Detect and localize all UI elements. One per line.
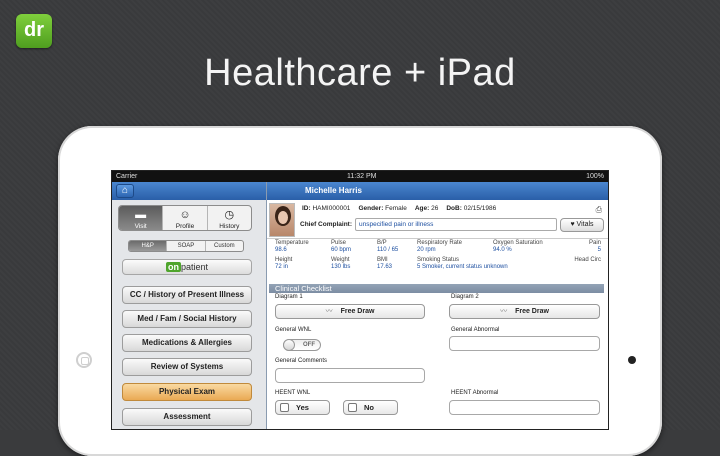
vital-value[interactable]: 5 Smoker, current status unknown bbox=[417, 264, 563, 270]
heent-wnl-label: HEENT WNL bbox=[275, 390, 311, 396]
patient-photo bbox=[269, 203, 295, 237]
vital-label: Temperature bbox=[275, 240, 309, 246]
vital-value[interactable]: 60 bpm bbox=[331, 247, 377, 253]
note-type-tabs: H&P SOAP Custom bbox=[128, 240, 244, 252]
menu-cc-hpi[interactable]: CC / History of Present Illness bbox=[122, 286, 252, 304]
onpatient-button[interactable]: on patient bbox=[122, 259, 252, 275]
heent-no-checkbox[interactable]: No bbox=[343, 400, 398, 415]
waveform-icon: 〰 bbox=[500, 308, 508, 315]
tab-hp[interactable]: H&P bbox=[129, 241, 168, 251]
tab-visit[interactable]: ▬ Visit bbox=[119, 206, 164, 230]
menu-med-fam-social[interactable]: Med / Fam / Social History bbox=[122, 310, 252, 328]
heart-icon: ♥ bbox=[570, 220, 575, 228]
menu-medications-allergies[interactable]: Medications & Allergies bbox=[122, 334, 252, 352]
patient-gender: Female bbox=[385, 205, 407, 212]
tab-history[interactable]: ◷ History bbox=[208, 206, 251, 230]
patient-dob: 02/15/1986 bbox=[463, 205, 497, 212]
patient-id: HAMI000001 bbox=[312, 205, 351, 212]
vital-label: Head Circ bbox=[574, 257, 601, 263]
vital-value[interactable] bbox=[563, 264, 601, 270]
vitals-grid: Temperature Pulse B/P Respiratory Rate O… bbox=[275, 240, 602, 273]
carrier-label: Carrier bbox=[116, 173, 138, 180]
waveform-icon: 〰 bbox=[325, 308, 333, 315]
vital-value[interactable]: 20 rpm bbox=[417, 247, 493, 253]
vital-value[interactable]: 17.63 bbox=[377, 264, 417, 270]
camera-icon bbox=[628, 356, 636, 364]
menu-review-of-systems[interactable]: Review of Systems bbox=[122, 358, 252, 376]
patient-name: Michelle Harris bbox=[267, 182, 608, 200]
section-header: Clinical Checklist bbox=[269, 284, 604, 293]
visit-tab-bar: ▬ Visit ☺ Profile ◷ History bbox=[118, 205, 252, 231]
vital-value[interactable]: 130 lbs bbox=[331, 264, 377, 270]
general-abnormal-field[interactable] bbox=[449, 336, 600, 351]
divider bbox=[267, 238, 608, 239]
chief-complaint-label: Chief Complaint: bbox=[300, 221, 352, 228]
patient-info-row: ID: HAMI000001 Gender: Female Age: 26 Do… bbox=[302, 205, 602, 215]
vital-value[interactable]: 110 / 65 bbox=[377, 247, 417, 253]
menu-assessment[interactable]: Assessment bbox=[122, 408, 252, 426]
vital-label: Weight bbox=[331, 257, 350, 263]
vital-label: Pulse bbox=[331, 240, 347, 246]
vital-value[interactable]: 94.0 % bbox=[493, 247, 563, 253]
general-abnormal-label: General Abnormal bbox=[451, 327, 500, 333]
heent-abnormal-field[interactable] bbox=[449, 400, 600, 415]
vital-value[interactable]: 72 in bbox=[275, 264, 331, 270]
diagram1-label: Diagram 1 bbox=[275, 294, 303, 300]
vital-label: Respiratory Rate bbox=[417, 240, 463, 246]
heent-abnormal-label: HEENT Abnormal bbox=[451, 390, 499, 396]
status-bar: Carrier 11:32 PM 100% bbox=[112, 171, 608, 182]
chief-complaint-field[interactable]: unspecified pain or illness bbox=[355, 218, 557, 231]
main-panel: Michelle Harris ID: HAMI000001 Gender: F… bbox=[267, 182, 608, 429]
checkbox-icon bbox=[280, 403, 289, 412]
app-screen: Carrier 11:32 PM 100% ⌂ ▬ Visit ☺ Profile … bbox=[111, 170, 609, 430]
clock-icon: ◷ bbox=[224, 209, 235, 221]
menu-physical-exam[interactable]: Physical Exam bbox=[122, 383, 252, 401]
brand-logo: dr bbox=[16, 14, 52, 48]
clock: 11:32 PM bbox=[347, 173, 377, 180]
vital-label bbox=[493, 257, 563, 263]
folder-icon: ▬ bbox=[135, 209, 147, 221]
patient-age: 26 bbox=[431, 205, 439, 212]
vital-value[interactable]: 5 bbox=[563, 247, 601, 253]
vital-label: B/P bbox=[377, 240, 387, 246]
general-wnl-label: General WNL bbox=[275, 327, 312, 333]
diagram2-label: Diagram 2 bbox=[451, 294, 479, 300]
vital-label: Smoking Status bbox=[417, 257, 460, 263]
heent-yes-checkbox[interactable]: Yes bbox=[275, 400, 330, 415]
sidebar: ⌂ ▬ Visit ☺ Profile ◷ History H&P SOAP Cust… bbox=[112, 182, 267, 429]
tab-soap[interactable]: SOAP bbox=[167, 241, 206, 251]
chief-complaint-row: Chief Complaint: unspecified pain or ill… bbox=[300, 217, 604, 232]
vitals-button[interactable]: ♥ Vitals bbox=[560, 217, 604, 232]
print-icon[interactable]: ⎙ bbox=[596, 205, 602, 215]
battery-label: 100% bbox=[586, 173, 604, 180]
person-icon: ☺ bbox=[179, 209, 191, 221]
vital-label: Pain bbox=[588, 240, 601, 246]
tab-custom[interactable]: Custom bbox=[206, 241, 243, 251]
general-wnl-toggle[interactable]: OFF bbox=[283, 339, 321, 351]
diagram1-free-draw-button[interactable]: 〰 Free Draw bbox=[275, 304, 425, 319]
ipad-device: Carrier 11:32 PM 100% ⌂ ▬ Visit ☺ Profile … bbox=[58, 126, 662, 456]
vital-label: BMI bbox=[377, 257, 388, 263]
general-comments-label: General Comments bbox=[275, 358, 328, 364]
home-icon[interactable]: ⌂ bbox=[116, 184, 134, 198]
sidebar-header: ⌂ bbox=[112, 182, 266, 200]
diagram2-free-draw-button[interactable]: 〰 Free Draw bbox=[449, 304, 600, 319]
vital-label: Height bbox=[275, 257, 293, 263]
checkbox-icon bbox=[348, 403, 357, 412]
general-comments-field[interactable] bbox=[275, 368, 425, 383]
tab-profile[interactable]: ☺ Profile bbox=[163, 206, 208, 230]
vital-value[interactable]: 98.6 bbox=[275, 247, 331, 253]
vital-label: Oxygen Saturation bbox=[493, 240, 543, 246]
home-button bbox=[76, 352, 92, 368]
headline: Healthcare + iPad bbox=[204, 52, 516, 94]
